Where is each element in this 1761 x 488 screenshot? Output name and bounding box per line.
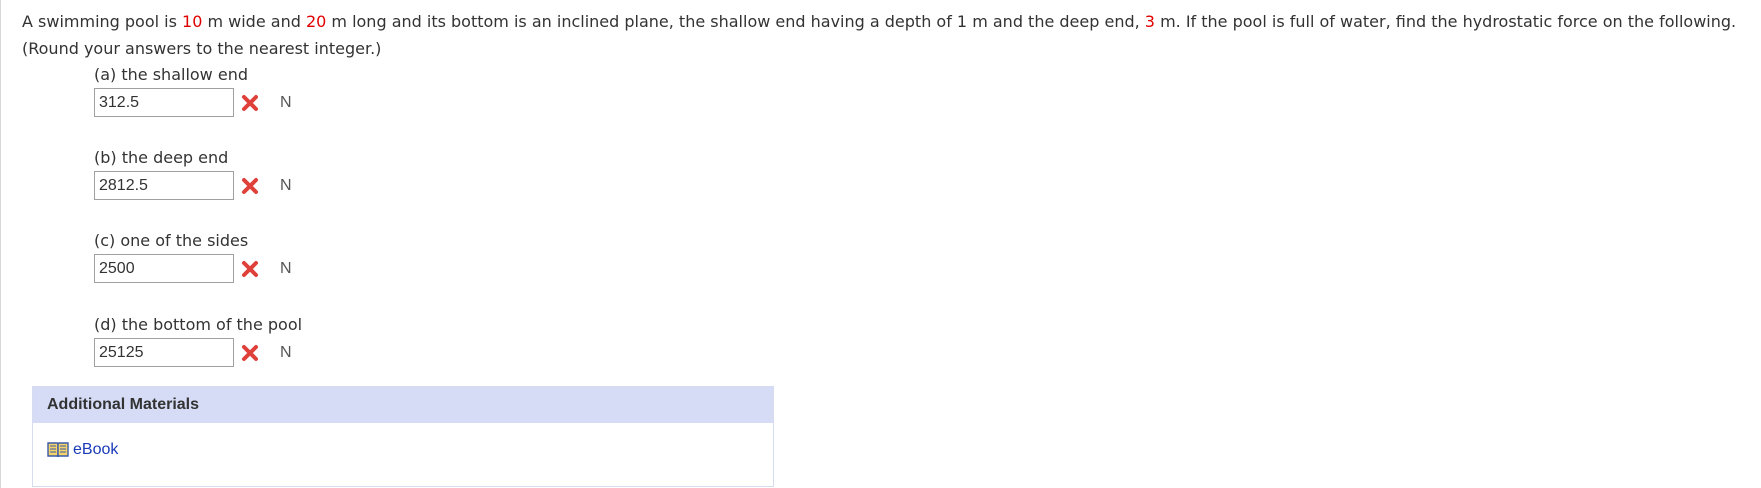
deep-end-depth-value: 3 <box>1144 12 1155 31</box>
part-c-answer-row: N <box>94 254 292 283</box>
part-b-answer-row: N <box>94 171 292 200</box>
incorrect-x-icon <box>242 177 258 194</box>
incorrect-x-icon <box>242 344 258 361</box>
part-a: (a) the shallow end N <box>94 65 292 117</box>
problem-statement: A swimming pool is 10 m wide and 20 m lo… <box>22 8 1752 62</box>
part-c: (c) one of the sides N <box>94 231 292 283</box>
part-b-label: (b) the deep end <box>94 148 229 167</box>
additional-materials-panel: Additional Materials eBook <box>32 386 774 487</box>
part-d-label: (d) the bottom of the pool <box>94 315 303 334</box>
part-a-unit: N <box>280 93 292 111</box>
part-b-answer-input[interactable] <box>94 171 234 200</box>
part-c-label: (c) one of the sides <box>94 231 249 250</box>
part-d-answer-input[interactable] <box>94 338 234 367</box>
incorrect-x-icon <box>242 94 258 111</box>
part-d: (d) the bottom of the pool N <box>94 315 302 367</box>
problem-text-1: A swimming pool is <box>22 12 183 31</box>
book-icon <box>47 442 69 458</box>
part-a-answer-input[interactable] <box>94 88 234 117</box>
part-c-unit: N <box>280 259 292 277</box>
problem-text-2: m wide and <box>202 12 306 31</box>
incorrect-x-icon <box>242 260 258 277</box>
part-b: (b) the deep end N <box>94 148 292 200</box>
part-a-answer-row: N <box>94 88 292 117</box>
additional-materials-header: Additional Materials <box>33 387 773 423</box>
part-b-unit: N <box>280 176 292 194</box>
part-a-label: (a) the shallow end <box>94 65 248 84</box>
pool-length-value: 20 <box>305 12 327 31</box>
page-left-border <box>0 0 1 488</box>
ebook-link[interactable]: eBook <box>47 441 118 459</box>
problem-text-3: m long and its bottom is an inclined pla… <box>326 12 1145 31</box>
ebook-label: eBook <box>73 441 119 458</box>
part-c-answer-input[interactable] <box>94 254 234 283</box>
part-d-unit: N <box>280 343 292 361</box>
pool-width-value: 10 <box>182 12 203 31</box>
part-d-answer-row: N <box>94 338 302 367</box>
